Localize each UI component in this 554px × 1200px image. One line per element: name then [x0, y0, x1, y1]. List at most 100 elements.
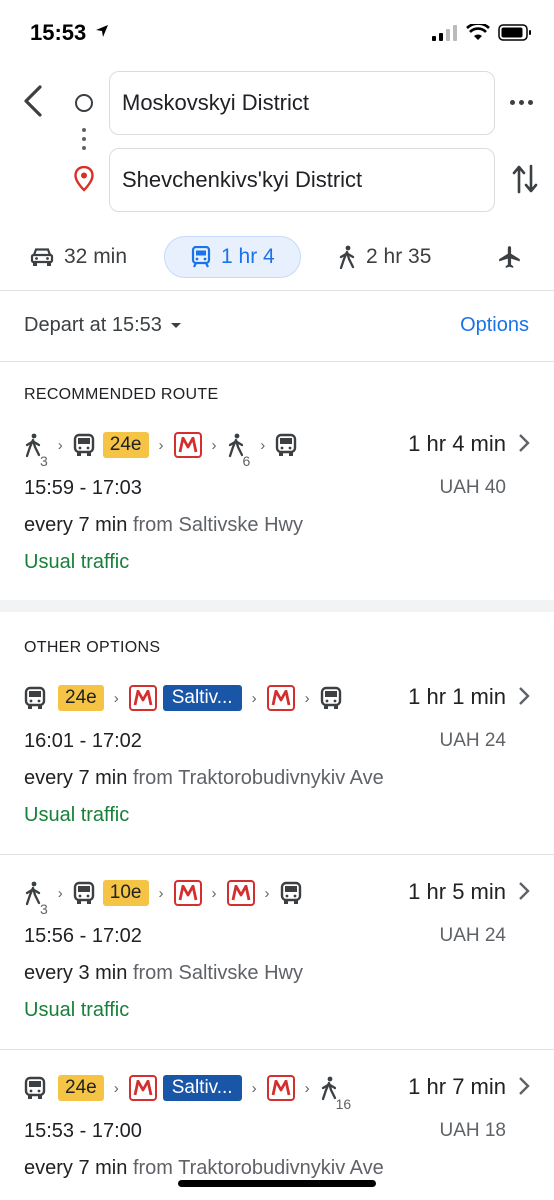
wifi-icon: [466, 24, 490, 40]
chevron-right-icon: ›: [211, 884, 217, 902]
transit-icon: [191, 246, 211, 268]
transit-time: 1 hr 4: [221, 245, 275, 268]
metro-icon: [173, 880, 202, 906]
bus-route-badge: 24e: [58, 685, 104, 711]
frequency-text: every 7 min: [24, 767, 128, 789]
metro-icon: [128, 1075, 157, 1101]
bus-icon: [276, 433, 297, 456]
walk-minutes: 16: [335, 1096, 352, 1112]
route-fare: UAH 18: [439, 1120, 506, 1141]
more-options-icon[interactable]: [510, 100, 533, 105]
bus-icon: [73, 881, 94, 904]
car-icon: [30, 248, 54, 266]
route-frequency: every 7 min from Traktorobudivnykiv Ave: [24, 767, 384, 790]
bus-icon: [73, 433, 94, 456]
route-times: 16:01 - 17:02: [24, 730, 142, 752]
divider: [0, 1049, 554, 1050]
chevron-right-icon: ›: [113, 1079, 119, 1097]
origin-icon: [75, 94, 93, 112]
route-times: 15:53 - 17:00: [24, 1120, 142, 1142]
walk-minutes: 3: [40, 453, 48, 469]
walking-icon: [339, 245, 355, 269]
traffic-status: Usual traffic: [24, 999, 130, 1021]
departure-stop: from Traktorobudivnykiv Ave: [132, 1157, 384, 1179]
bus-icon: [24, 1076, 46, 1099]
metro-icon: [226, 880, 255, 906]
frequency-text: every 7 min: [24, 514, 128, 536]
airplane-icon: [499, 246, 520, 268]
bus-icon: [24, 686, 46, 709]
chevron-right-icon: [519, 687, 530, 705]
departure-stop: from Saltivske Hwy: [132, 514, 303, 536]
depart-time-selector[interactable]: Depart at 15:53: [24, 314, 182, 337]
walk-minutes: 3: [40, 901, 48, 917]
home-indicator[interactable]: [178, 1180, 376, 1187]
route-duration: 1 hr 4 min: [408, 431, 506, 456]
travel-mode-tabs: 32 min 1 hr 4 2 hr 35: [0, 236, 554, 278]
chevron-right-icon: ›: [57, 436, 63, 454]
route-fare: UAH 24: [439, 925, 506, 946]
chevron-right-icon: [519, 1077, 530, 1095]
divider: [0, 854, 554, 855]
section-separator: [0, 600, 554, 612]
tab-driving[interactable]: 32 min: [30, 236, 127, 278]
status-bar: 15:53: [0, 0, 554, 68]
frequency-text: every 7 min: [24, 1157, 128, 1179]
bus-route-badge: 10e: [102, 880, 149, 906]
chevron-right-icon: ›: [158, 884, 164, 902]
traffic-status: Usual traffic: [24, 551, 130, 573]
back-icon[interactable]: [18, 84, 48, 118]
walking-time: 2 hr 35: [366, 245, 432, 268]
depart-label: Depart at 15:53: [24, 314, 162, 336]
route-frequency: every 7 min from Saltivske Hwy: [24, 514, 303, 537]
cellular-signal-icon: [432, 24, 457, 41]
chevron-right-icon: ›: [113, 689, 119, 707]
chevron-right-icon: ›: [264, 884, 270, 902]
bus-icon: [280, 881, 301, 904]
location-arrow-icon: [96, 25, 108, 37]
metro-line-badge: Saltiv...: [162, 685, 242, 711]
route-duration: 1 hr 5 min: [408, 879, 506, 904]
dropdown-arrow-icon: [170, 322, 181, 328]
chevron-right-icon: ›: [158, 436, 164, 454]
chevron-right-icon: ›: [251, 1079, 257, 1097]
tab-transit[interactable]: 1 hr 4: [164, 236, 301, 278]
metro-icon: [173, 432, 202, 458]
walk-minutes: 6: [242, 453, 251, 469]
route-frequency: every 3 min from Saltivske Hwy: [24, 962, 303, 985]
origin-field[interactable]: Moskovskyi District: [109, 71, 495, 135]
route-steps: 3 › 24e › › 6 ›: [24, 427, 297, 469]
route-duration: 1 hr 7 min: [408, 1074, 506, 1099]
chevron-right-icon: ›: [304, 1079, 310, 1097]
chevron-right-icon: [519, 882, 530, 900]
route-frequency: every 7 min from Traktorobudivnykiv Ave: [24, 1157, 384, 1180]
route-fare: UAH 40: [439, 477, 506, 498]
tab-flights[interactable]: [497, 236, 523, 278]
metro-line-badge: Saltiv...: [162, 1075, 242, 1101]
route-fare: UAH 24: [439, 730, 506, 751]
route-steps: 3 › 10e › › ›: [24, 875, 302, 917]
traffic-status: Usual traffic: [24, 804, 130, 826]
battery-icon: [498, 24, 531, 41]
route-connector-dots: [82, 128, 86, 155]
chevron-right-icon: ›: [251, 689, 257, 707]
route-times: 15:56 - 17:02: [24, 925, 142, 947]
tab-walking[interactable]: 2 hr 35: [338, 236, 431, 278]
driving-time: 32 min: [64, 245, 128, 268]
status-time: 15:53: [30, 20, 87, 45]
departure-stop: from Traktorobudivnykiv Ave: [132, 767, 384, 789]
options-link[interactable]: Options: [460, 314, 529, 337]
metro-icon: [266, 1075, 295, 1101]
chevron-right-icon: ›: [304, 689, 310, 707]
swap-icon[interactable]: [512, 164, 538, 194]
chevron-right-icon: ›: [260, 436, 266, 454]
bus-route-badge: 24e: [58, 1075, 104, 1101]
departure-stop: from Saltivske Hwy: [132, 962, 303, 984]
divider: [0, 361, 554, 362]
recommended-route-heading: RECOMMENDED ROUTE: [24, 386, 219, 403]
destination-field[interactable]: Shevchenkivs'kyi District: [109, 148, 495, 212]
destination-pin-icon: [74, 166, 94, 192]
chevron-right-icon: ›: [211, 436, 217, 454]
divider: [0, 290, 554, 291]
route-duration: 1 hr 1 min: [408, 684, 506, 709]
